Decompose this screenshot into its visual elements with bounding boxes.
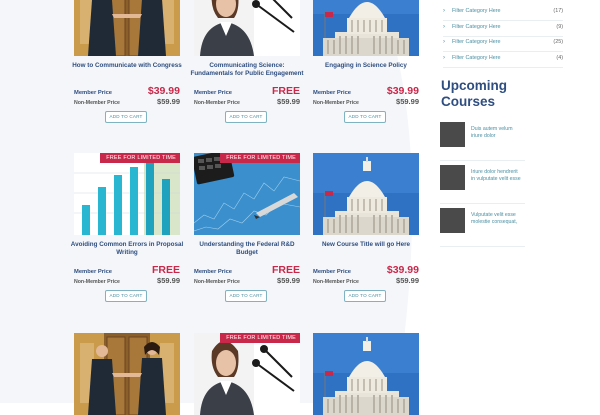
nonmember-price-row: Non-Member Price $59.99 <box>74 96 180 106</box>
category-filter-label: Filter Category Here <box>452 54 501 61</box>
upcoming-course-line2: iriure dolor <box>471 133 496 139</box>
add-to-cart-button[interactable]: ADD TO CART <box>344 111 386 123</box>
member-price-row: Member Price FREE <box>194 264 300 276</box>
add-to-cart-button[interactable]: ADD TO CART <box>225 290 267 302</box>
course-title-link[interactable]: How to Communicate with Congress <box>68 62 186 70</box>
member-price-row: Member Price $39.99 <box>74 85 180 97</box>
nonmember-price-label: Non-Member Price <box>313 279 359 285</box>
upcoming-heading-line1: Upcoming <box>441 78 507 93</box>
nonmember-price-value: $59.99 <box>277 97 300 106</box>
category-filter-label: Filter Category Here <box>452 23 501 30</box>
category-filter-item[interactable]: › Filter Category Here (17) <box>443 5 563 21</box>
upcoming-course-text: Vulputate velit esse molestie consequat, <box>471 212 526 226</box>
upcoming-course-item[interactable]: Iriure dolor hendrerit in vulputate velit… <box>440 165 525 204</box>
upcoming-course-text: Iriure dolor hendrerit in vulputate velit… <box>471 169 526 183</box>
calculator-chart-photo[interactable] <box>194 153 300 235</box>
add-to-cart-button[interactable]: ADD TO CART <box>225 111 267 123</box>
course-title-link[interactable]: Communicating Science: Fundamentals for … <box>188 62 306 78</box>
nonmember-price-value: $59.99 <box>277 276 300 285</box>
course-thumbnail <box>440 165 465 190</box>
nonmember-price-row: Non-Member Price $59.99 <box>313 96 419 106</box>
nonmember-price-label: Non-Member Price <box>313 100 359 106</box>
add-to-cart-button[interactable]: ADD TO CART <box>105 111 147 123</box>
course-thumbnail <box>440 122 465 147</box>
chevron-right-icon: › <box>443 23 445 30</box>
add-to-cart-button[interactable]: ADD TO CART <box>344 290 386 302</box>
category-filter-item[interactable]: › Filter Category Here (4) <box>443 52 563 68</box>
limited-time-ribbon: FREE FOR LIMITED TIME <box>100 153 180 163</box>
nonmember-price-row: Non-Member Price $59.99 <box>313 275 419 285</box>
category-count: (4) <box>556 54 563 61</box>
capitol-photo[interactable] <box>313 153 419 235</box>
nonmember-price-label: Non-Member Price <box>194 100 240 106</box>
add-to-cart-button[interactable]: ADD TO CART <box>105 290 147 302</box>
course-thumbnail <box>440 208 465 233</box>
nonmember-price-label: Non-Member Price <box>74 279 120 285</box>
category-filter-label: Filter Category Here <box>452 39 501 45</box>
course-grid: How to Communicate with Congress Member P… <box>0 0 430 415</box>
upcoming-course-line2: in vulputate velit esse <box>471 176 521 182</box>
capitol-photo[interactable] <box>313 0 419 56</box>
nonmember-price-label: Non-Member Price <box>74 100 120 106</box>
member-price-row: Member Price FREE <box>74 264 180 276</box>
limited-time-ribbon: FREE FOR LIMITED TIME <box>220 333 300 343</box>
handshake-photo[interactable] <box>74 0 180 56</box>
chevron-right-icon: › <box>443 39 445 45</box>
upcoming-course-text: Duis autem velum iriure dolor <box>471 126 526 140</box>
upcoming-course-item[interactable]: Vulputate velit esse molestie consequat, <box>440 208 525 247</box>
course-title-link[interactable]: Avoiding Common Errors in Proposal Writi… <box>68 241 186 257</box>
category-filter-item[interactable]: › Filter Category Here (25) <box>443 36 563 52</box>
category-count: (25) <box>553 39 563 45</box>
upcoming-course-line1: Iriure dolor hendrerit <box>471 169 518 175</box>
chevron-right-icon: › <box>443 8 445 14</box>
member-price-row: Member Price $39.99 <box>313 85 419 97</box>
upcoming-heading-line2: Courses <box>441 94 496 109</box>
nonmember-price-row: Non-Member Price $59.99 <box>194 275 300 285</box>
upcoming-courses-heading: Upcoming Courses <box>441 78 551 110</box>
member-price-row: Member Price FREE <box>194 85 300 97</box>
nonmember-price-row: Non-Member Price $59.99 <box>74 275 180 285</box>
nonmember-price-value: $59.99 <box>157 97 180 106</box>
upcoming-course-line1: Vulputate velit esse <box>471 212 516 218</box>
member-price-row: Member Price $39.99 <box>313 264 419 276</box>
nonmember-price-value: $59.99 <box>157 276 180 285</box>
limited-time-ribbon: FREE FOR LIMITED TIME <box>220 153 300 163</box>
nonmember-price-label: Non-Member Price <box>194 279 240 285</box>
category-filter-item[interactable]: › Filter Category Here (9) <box>443 21 563 37</box>
category-filter-label: Filter Category Here <box>452 8 501 14</box>
nonmember-price-value: $59.99 <box>396 276 419 285</box>
nonmember-price-row: Non-Member Price $59.99 <box>194 96 300 106</box>
course-title-link[interactable]: Understanding the Federal R&D Budget <box>188 241 306 257</box>
upcoming-course-line2: molestie consequat, <box>471 219 518 225</box>
upcoming-course-item[interactable]: Duis autem velum iriure dolor <box>440 122 525 161</box>
course-title-link[interactable]: Engaging in Science Policy <box>307 62 425 70</box>
nonmember-price-value: $59.99 <box>396 97 419 106</box>
course-title-link[interactable]: New Course Title will go Here <box>307 241 425 249</box>
category-count: (17) <box>553 8 563 14</box>
bar-graph-photo[interactable] <box>74 153 180 235</box>
upcoming-course-line1: Duis autem velum <box>471 126 513 132</box>
speaker-microphone-photo[interactable] <box>194 0 300 56</box>
sidebar: › Filter Category Here (17) › Filter Categor… <box>440 0 600 403</box>
chevron-right-icon: › <box>443 54 445 61</box>
category-count: (9) <box>556 23 563 30</box>
